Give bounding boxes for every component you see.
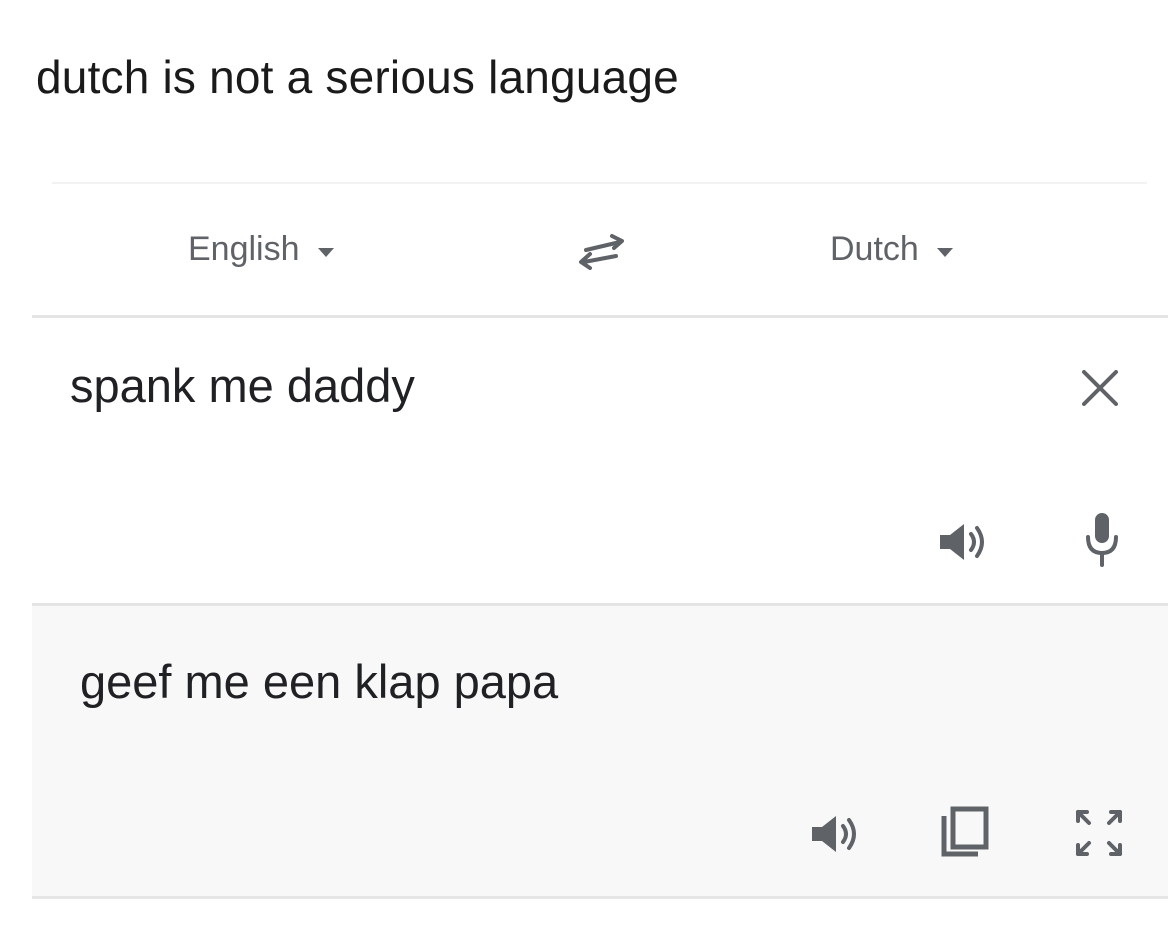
target-language-label: Dutch (830, 230, 919, 268)
copy-translation-button[interactable] (938, 806, 992, 860)
source-language-label: English (188, 230, 300, 268)
copy-icon (941, 806, 989, 857)
swap-languages-button[interactable] (572, 230, 630, 272)
translation-panel: geef me een klap papa (32, 606, 1168, 898)
top-divider (52, 182, 1147, 184)
fullscreen-button[interactable] (1072, 806, 1126, 860)
close-icon (1082, 370, 1118, 406)
speaker-icon (940, 524, 984, 560)
translation-text: geef me een klap papa (80, 655, 559, 708)
dropdown-caret-icon (936, 248, 953, 257)
fullscreen-icon (1076, 810, 1122, 856)
listen-translation-button[interactable] (808, 810, 864, 858)
voice-input-button[interactable] (1082, 511, 1122, 569)
post-caption: dutch is not a serious language (36, 51, 679, 103)
clear-input-button[interactable] (1078, 366, 1122, 410)
bottom-divider (32, 896, 1168, 899)
target-language-selector[interactable]: Dutch (830, 230, 953, 269)
language-bar: English Dutch (32, 186, 1168, 316)
source-text-input[interactable]: spank me daddy (70, 358, 415, 413)
swap-languages-icon (579, 234, 624, 270)
source-language-selector[interactable]: English (188, 230, 334, 269)
source-text-panel: spank me daddy (32, 318, 1168, 603)
dropdown-caret-icon (317, 248, 334, 257)
speaker-icon (812, 816, 856, 852)
listen-source-button[interactable] (936, 518, 992, 566)
microphone-icon (1086, 513, 1118, 567)
